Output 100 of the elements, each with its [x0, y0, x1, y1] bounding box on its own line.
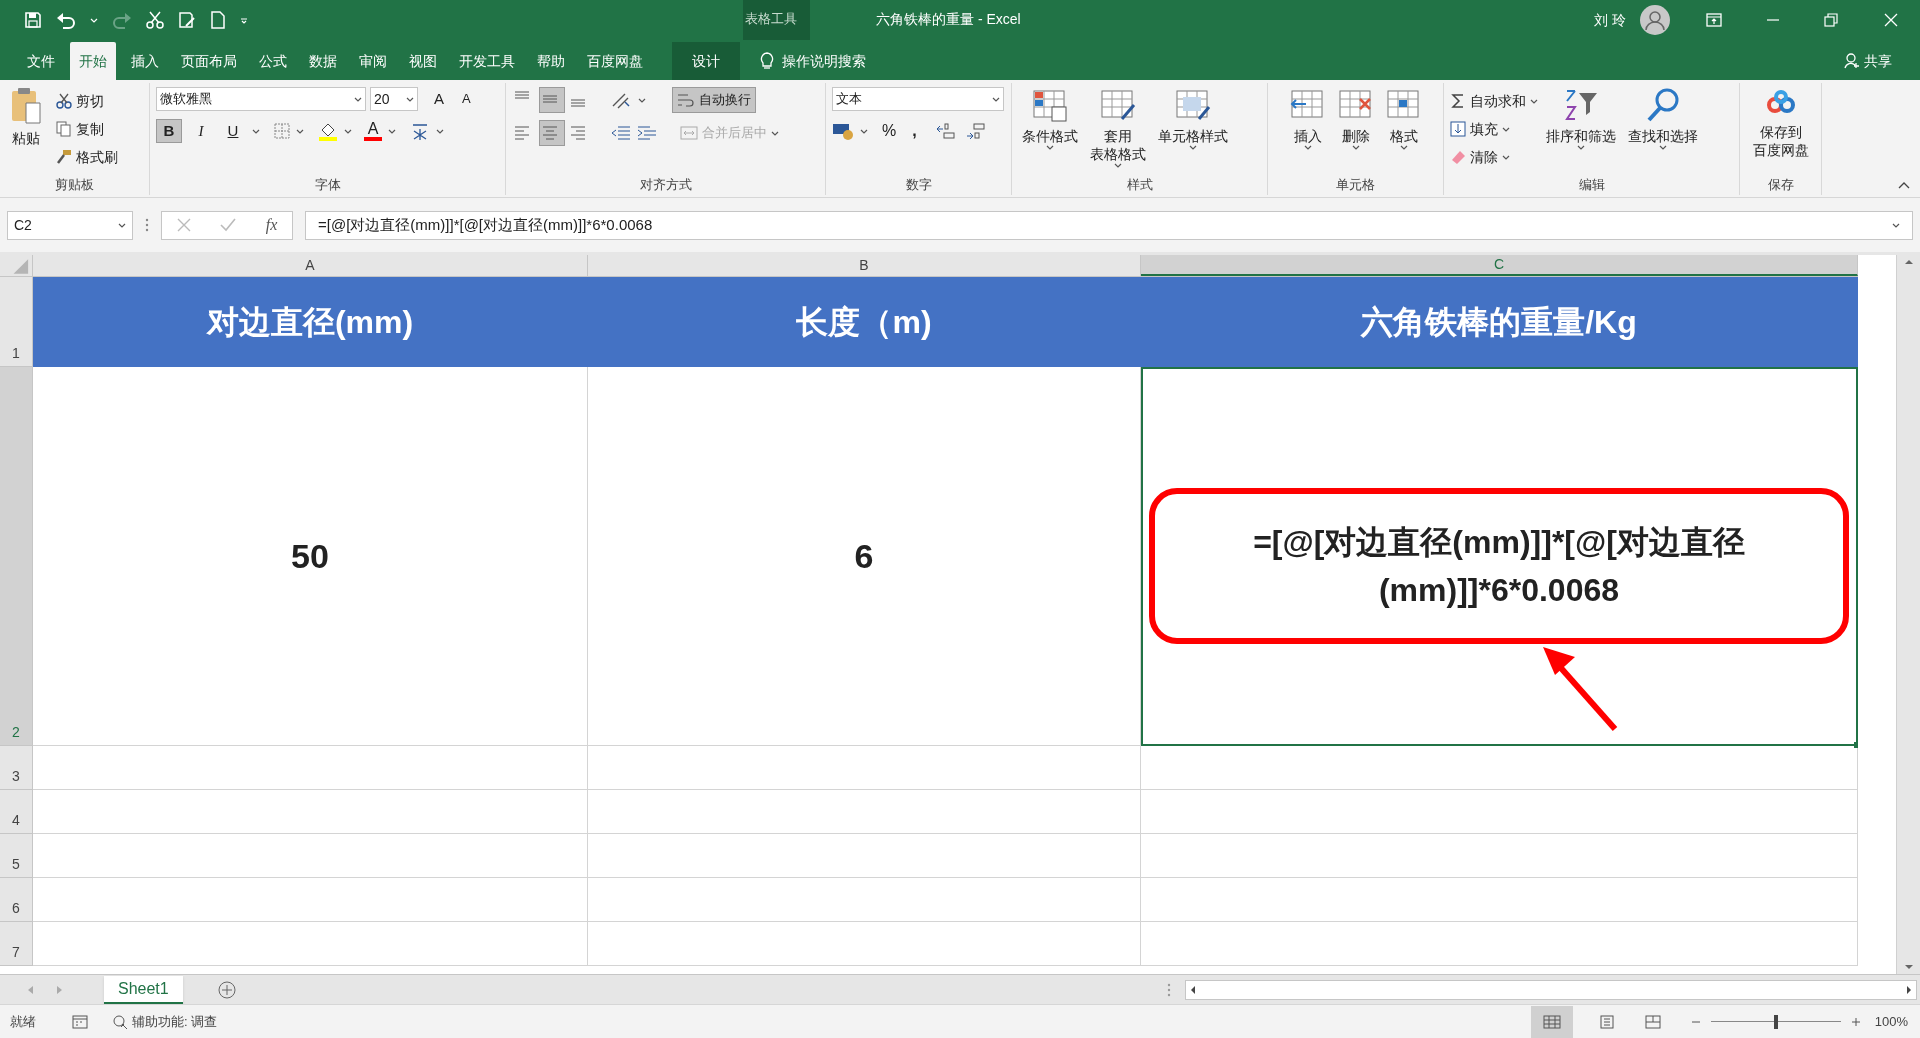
caret-icon[interactable]	[118, 222, 126, 228]
number-format-field[interactable]: 文本	[832, 87, 1004, 111]
underline-button[interactable]: U	[220, 119, 246, 143]
new-file-icon[interactable]	[210, 11, 226, 29]
caret-icon[interactable]	[1303, 145, 1312, 150]
caret-icon[interactable]	[1114, 163, 1122, 168]
caret-icon[interactable]	[1502, 154, 1510, 160]
zoom-level[interactable]: 100%	[1874, 1011, 1908, 1032]
row-header[interactable]: 3	[0, 746, 33, 790]
customize-icon[interactable]	[240, 16, 248, 24]
row-header[interactable]: 1	[0, 277, 33, 367]
ribbon-button[interactable]: 排序和筛选	[1542, 87, 1620, 150]
avatar-icon[interactable]	[1640, 5, 1670, 35]
caret-icon[interactable]	[1530, 98, 1538, 104]
caret-icon[interactable]	[1189, 145, 1197, 150]
caret-icon[interactable]	[436, 128, 444, 134]
comma-button[interactable]: ,	[912, 119, 917, 143]
vertical-scrollbar[interactable]	[1896, 255, 1920, 974]
ribbon-tab[interactable]: 开始	[70, 42, 116, 80]
row-header[interactable]: 4	[0, 790, 33, 834]
font-size-field[interactable]: 20	[370, 87, 418, 111]
ribbon-button[interactable]: 套用 表格格式	[1086, 87, 1150, 168]
row-header[interactable]: 5	[0, 834, 33, 878]
shrink-font-button[interactable]: A	[458, 89, 475, 109]
ribbon-button[interactable]: 保存到 百度网盘	[1748, 87, 1813, 159]
accessibility-status[interactable]: 辅助功能: 调查	[132, 1011, 218, 1032]
increase-decimal-icon[interactable]	[934, 121, 955, 141]
scissors-icon[interactable]	[146, 11, 164, 29]
scroll-down-icon[interactable]	[1903, 964, 1914, 970]
italic-button[interactable]: I	[188, 119, 214, 143]
font-name-field[interactable]: 微软雅黑	[156, 87, 366, 111]
font-color-button[interactable]: A	[364, 121, 382, 141]
caret-icon[interactable]	[1399, 145, 1408, 150]
ribbon-tab[interactable]: 帮助	[528, 42, 574, 80]
print-preview-icon[interactable]	[178, 11, 196, 29]
close-icon[interactable]	[1884, 13, 1898, 27]
bold-button[interactable]: B	[156, 119, 182, 143]
decrease-decimal-icon[interactable]	[964, 121, 985, 141]
ribbon-button[interactable]: 删除	[1333, 87, 1378, 150]
ribbon-button[interactable]: 格式	[1381, 87, 1426, 150]
caret-icon[interactable]	[344, 128, 352, 134]
caret-icon[interactable]	[638, 97, 646, 103]
save-icon[interactable]	[24, 11, 42, 29]
caret-icon[interactable]	[1351, 145, 1360, 150]
ribbon-button[interactable]: 粘贴	[6, 87, 46, 147]
undo-icon[interactable]	[56, 11, 76, 29]
caret-icon[interactable]	[1046, 145, 1054, 150]
grip-icon[interactable]	[1166, 982, 1171, 997]
caret-icon[interactable]	[992, 96, 1000, 102]
ribbon-button[interactable]: 查找和选择	[1624, 87, 1702, 150]
caret-icon[interactable]	[1892, 222, 1900, 228]
ribbon-button[interactable]: 格式刷	[56, 143, 118, 171]
phonetic-guide-icon[interactable]	[410, 121, 430, 141]
restore-icon[interactable]	[1824, 13, 1838, 27]
caret-icon[interactable]	[406, 96, 414, 102]
ribbon-tab[interactable]: 页面布局	[172, 42, 246, 80]
caret-icon[interactable]	[252, 128, 260, 134]
caret-icon[interactable]	[1502, 126, 1510, 132]
row-header[interactable]: 2	[0, 367, 33, 746]
scroll-left-icon[interactable]	[1189, 984, 1196, 995]
caret-icon[interactable]	[771, 130, 779, 136]
ribbon-tab[interactable]: 文件	[18, 42, 64, 80]
tell-me-search[interactable]: 操作说明搜索	[782, 50, 866, 72]
scroll-up-icon[interactable]	[1903, 259, 1914, 265]
ribbon-tab[interactable]: 插入	[122, 42, 168, 80]
ribbon-button[interactable]: 单元格样式	[1154, 87, 1232, 150]
ribbon-button[interactable]: 复制	[56, 115, 118, 143]
ribbon-tab[interactable]: 视图	[400, 42, 446, 80]
accessibility-icon[interactable]	[112, 1013, 128, 1030]
column-header[interactable]: C	[1141, 255, 1858, 276]
macro-record-icon[interactable]	[72, 1014, 88, 1029]
currency-icon[interactable]	[832, 121, 854, 141]
ribbon-tab[interactable]: 公式	[250, 42, 296, 80]
share-button[interactable]: 共享	[1864, 50, 1892, 72]
zoom-in-icon[interactable]	[1850, 1016, 1861, 1027]
ribbon-tab[interactable]: 审阅	[350, 42, 396, 80]
ribbon-display-icon[interactable]	[1706, 13, 1722, 27]
scroll-right-icon[interactable]	[1905, 984, 1912, 995]
collapse-ribbon-icon[interactable]	[1898, 181, 1910, 189]
row-header[interactable]: 6	[0, 878, 33, 922]
add-sheet-icon[interactable]	[216, 979, 237, 1000]
percent-button[interactable]: %	[882, 119, 897, 143]
normal-view-icon[interactable]	[1530, 1005, 1573, 1038]
ribbon-tab[interactable]: 设计	[672, 42, 740, 80]
ribbon-tab[interactable]: 数据	[300, 42, 346, 80]
caret-icon[interactable]	[1577, 145, 1585, 150]
name-box[interactable]: C2	[7, 210, 133, 240]
caret-icon[interactable]	[860, 128, 868, 134]
caret-icon[interactable]	[388, 128, 396, 134]
grip-icon[interactable]	[145, 218, 149, 232]
formula-field[interactable]: =[@[对边直径(mm)]]*[@[对边直径(mm)]]*6*0.0068	[305, 210, 1913, 240]
lightbulb-icon[interactable]	[760, 52, 774, 70]
fill-color-icon[interactable]	[318, 121, 338, 141]
ribbon-button[interactable]: 清除	[1450, 143, 1538, 171]
caret-icon[interactable]	[354, 96, 362, 102]
wrap-text-button[interactable]: 自动换行	[672, 87, 756, 113]
ribbon-button[interactable]: 填充	[1450, 115, 1538, 143]
horizontal-scrollbar[interactable]	[1184, 979, 1917, 1000]
ribbon-button[interactable]: 自动求和	[1450, 87, 1538, 115]
ribbon-button[interactable]: 插入	[1285, 87, 1330, 150]
